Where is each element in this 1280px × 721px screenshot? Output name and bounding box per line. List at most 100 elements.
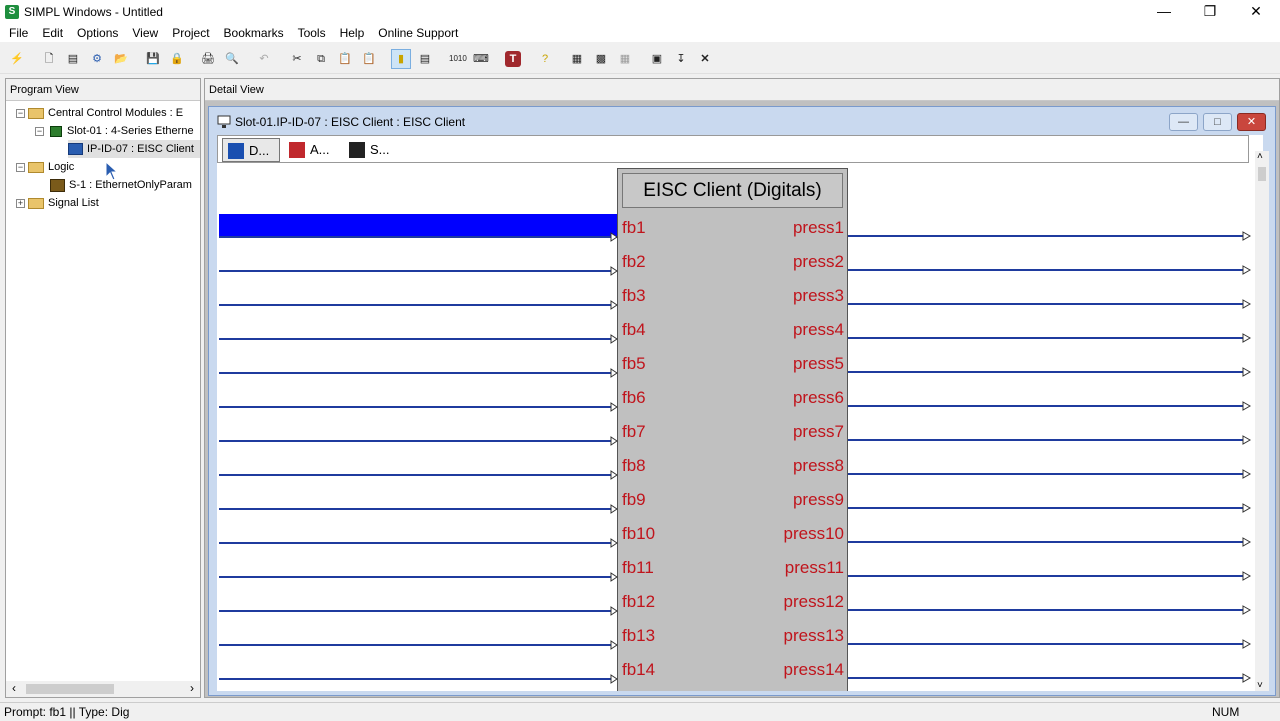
simpl-app-icon: S (5, 5, 19, 19)
input-arrow-icon (610, 436, 618, 446)
input-pin-label: fb5 (622, 354, 646, 373)
output-pin-label: press9 (793, 490, 844, 509)
title-bar: S SIMPL Windows - Untitled — ❐ ✕ (0, 0, 1280, 24)
print-preview-icon[interactable]: 🔍 (224, 51, 240, 67)
help-icon[interactable]: ? (537, 51, 553, 67)
output-arrow-icon (1242, 299, 1252, 309)
tile-icon[interactable]: ▦ (569, 51, 585, 67)
input-pin-label: fb4 (622, 320, 646, 339)
output-arrow-icon (1242, 469, 1252, 479)
compile-icon[interactable]: ⚡ (9, 51, 25, 67)
child-close-button[interactable]: ✕ (1237, 113, 1266, 131)
output-arrow-icon (1242, 673, 1252, 683)
horizontal-scrollbar[interactable]: ‹ › (6, 681, 200, 697)
tree-item-logic[interactable]: Logic (28, 158, 178, 176)
scroll-thumb[interactable] (26, 684, 114, 694)
input-pin-label: fb9 (622, 490, 646, 509)
logic-icon (50, 178, 65, 192)
lock-icon[interactable]: 🔒 (169, 51, 185, 67)
menu-help[interactable]: Help (333, 26, 372, 40)
child-maximize-button[interactable]: □ (1203, 113, 1232, 131)
minimize-button[interactable]: — (1141, 0, 1187, 24)
input-pin-label: fb6 (622, 388, 646, 407)
output-arrow-icon (1242, 435, 1252, 445)
input-arrow-icon (610, 368, 618, 378)
output-pin-label: press4 (793, 320, 844, 339)
input-arrow-icon (610, 402, 618, 412)
tree-expander[interactable]: − (16, 163, 25, 172)
new-file-icon[interactable]: 🗋 (41, 51, 57, 67)
menu-tools[interactable]: Tools (291, 26, 333, 40)
pin-icon[interactable]: ↧ (673, 51, 689, 67)
eisc-client-window: Slot-01.IP-ID-07 : EISC Client : EISC Cl… (208, 106, 1276, 696)
child-minimize-button[interactable]: — (1169, 113, 1198, 131)
keyboard-icon[interactable]: ⌨ (473, 51, 489, 67)
window-title: SIMPL Windows - Untitled (24, 5, 163, 19)
window-monitor-icon (217, 115, 231, 128)
menu-online-support[interactable]: Online Support (371, 26, 465, 40)
open-folder-icon[interactable]: 📂 (113, 51, 129, 67)
paste-icon[interactable]: 📋 (337, 51, 353, 67)
menu-view[interactable]: View (125, 26, 165, 40)
input-pin-label: fb7 (622, 422, 646, 441)
scroll-right-icon[interactable]: › (190, 681, 194, 695)
input-pin-label: fb13 (622, 626, 655, 645)
tree-item-ip-id-07[interactable]: IP-ID-07 : EISC Client (68, 140, 200, 158)
detail-canvas: D... A... S... EISC Client (Digitals) fb… (217, 135, 1263, 691)
tree-item-slot-01[interactable]: Slot-01 : 4-Series Etherne (50, 122, 200, 140)
close-window-icon[interactable]: ✕ (697, 51, 713, 67)
output-pin-label: press13 (784, 626, 844, 645)
output-arrow-icon (1242, 231, 1252, 241)
output-pin-label: press11 (785, 558, 844, 577)
restore-button[interactable]: ❐ (1187, 0, 1233, 24)
tree-item-central-control-modules[interactable]: Central Control Modules : E (28, 104, 200, 122)
vertical-scrollbar[interactable]: ˄ ˅ (1255, 151, 1269, 691)
test-icon[interactable]: T (505, 51, 521, 67)
input-arrow-icon (610, 470, 618, 480)
program-view-icon[interactable]: ▮ (391, 49, 411, 69)
scroll-down-icon[interactable]: ˅ (1257, 680, 1263, 691)
paste-special-icon[interactable]: 📋 (361, 51, 377, 67)
program-view-header: Program View (6, 79, 200, 101)
menu-project[interactable]: Project (165, 26, 216, 40)
window-icon[interactable]: ▣ (649, 51, 665, 67)
new-template-icon[interactable]: ▤ (65, 51, 81, 67)
monitor-icon (68, 143, 83, 156)
input-arrow-icon (610, 572, 618, 582)
tree-expander[interactable]: − (35, 127, 44, 136)
input-pin-label: fb1 (622, 218, 646, 237)
copy-icon[interactable]: ⧉ (313, 51, 329, 67)
program-view-pane: Program View − Central Control Modules :… (5, 78, 201, 698)
scroll-thumb[interactable] (1258, 167, 1266, 181)
close-button[interactable]: ✕ (1233, 0, 1279, 24)
input-pin-label: fb10 (622, 524, 655, 543)
configure-icon[interactable]: ▤ (417, 51, 433, 67)
scroll-up-icon[interactable]: ˄ (1257, 151, 1263, 162)
new-module-icon[interactable]: ⚙ (89, 51, 105, 67)
signal-wiring: fb1 press1 fb2 press2 fb3 press3 fb4 press4 fb5 p… (219, 214, 1252, 684)
menu-edit[interactable]: Edit (35, 26, 70, 40)
save-icon[interactable]: 💾 (145, 51, 161, 67)
scroll-left-icon[interactable]: ‹ (12, 681, 16, 695)
menu-options[interactable]: Options (70, 26, 125, 40)
binary-icon[interactable]: 1010 (449, 51, 467, 67)
tree-item-signal-list[interactable]: Signal List (28, 194, 178, 212)
output-pin-label: press10 (784, 524, 844, 543)
input-arrow-icon (610, 266, 618, 276)
folder-icon (28, 107, 44, 119)
menu-file[interactable]: File (0, 26, 35, 40)
cut-icon[interactable]: ✂ (289, 51, 305, 67)
print-icon[interactable]: 🖨 (200, 51, 216, 67)
output-arrow-icon (1242, 639, 1252, 649)
tree-expander[interactable]: − (16, 109, 25, 118)
selected-signal-highlight[interactable] (219, 214, 617, 238)
arrange-icon[interactable]: ▦ (617, 51, 633, 67)
tree-expander[interactable]: + (16, 199, 25, 208)
cascade-icon[interactable]: ▩ (593, 51, 609, 67)
output-pin-label: press6 (793, 388, 844, 407)
output-arrow-icon (1242, 571, 1252, 581)
tree-item-s-1[interactable]: S-1 : EthernetOnlyParam (50, 176, 200, 194)
menu-bookmarks[interactable]: Bookmarks (217, 26, 291, 40)
output-arrow-icon (1242, 333, 1252, 343)
undo-icon[interactable]: ↶ (256, 51, 272, 67)
